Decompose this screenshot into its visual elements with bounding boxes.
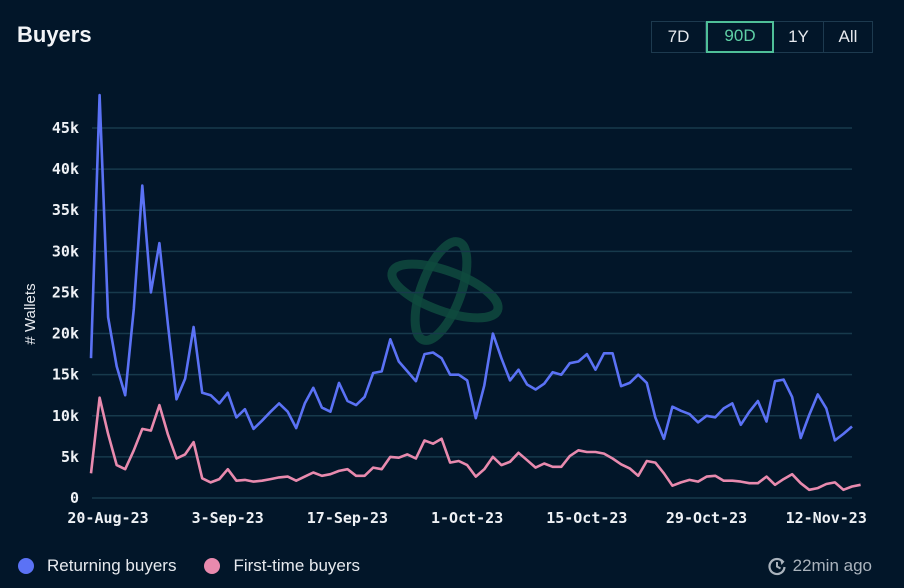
y-axis-label: # Wallets [22, 283, 39, 344]
y-tick-label: 30k [52, 242, 79, 260]
series-line-returning-buyers[interactable] [89, 93, 853, 442]
y-tick-label: 20k [52, 325, 79, 343]
returning-buyers-swatch [18, 558, 34, 574]
y-tick-label: 45k [52, 119, 79, 137]
y-tick-label: 0 [70, 489, 79, 507]
legend-item-first-time[interactable]: First-time buyers [204, 556, 360, 576]
y-tick-label: 10k [52, 407, 79, 425]
first-time-buyers-swatch [204, 558, 221, 574]
legend-label-returning: Returning buyers [47, 556, 177, 575]
y-tick-label: 15k [52, 366, 79, 384]
x-tick-label: 15-Oct-23 [546, 509, 627, 527]
last-updated: 22min ago [767, 556, 872, 576]
x-tick-label: 17-Sep-23 [307, 509, 388, 527]
buyers-line-chart: 0 5k 10k 15k 20k 25k 30k 35k 40k 45k 20-Aug-23 3-S… [22, 93, 867, 527]
y-tick-label: 35k [52, 201, 79, 219]
legend-item-returning[interactable]: Returning buyers [18, 556, 176, 576]
x-tick-label: 3-Sep-23 [192, 509, 264, 527]
x-tick-label: 20-Aug-23 [67, 509, 148, 527]
chart-legend: Returning buyers First-time buyers [18, 556, 388, 576]
y-tick-label: 40k [52, 160, 79, 178]
x-tick-label: 29-Oct-23 [666, 509, 747, 527]
y-tick-label: 5k [61, 448, 79, 466]
x-tick-label: 1-Oct-23 [431, 509, 503, 527]
x-tick-label: 12-Nov-23 [786, 509, 867, 527]
refresh-clock-icon [768, 557, 786, 576]
y-tick-label: 25k [52, 283, 79, 301]
legend-label-first-time: First-time buyers [233, 556, 361, 575]
updated-text: 22min ago [792, 556, 872, 575]
series-line-first-time-buyers[interactable] [89, 396, 861, 492]
